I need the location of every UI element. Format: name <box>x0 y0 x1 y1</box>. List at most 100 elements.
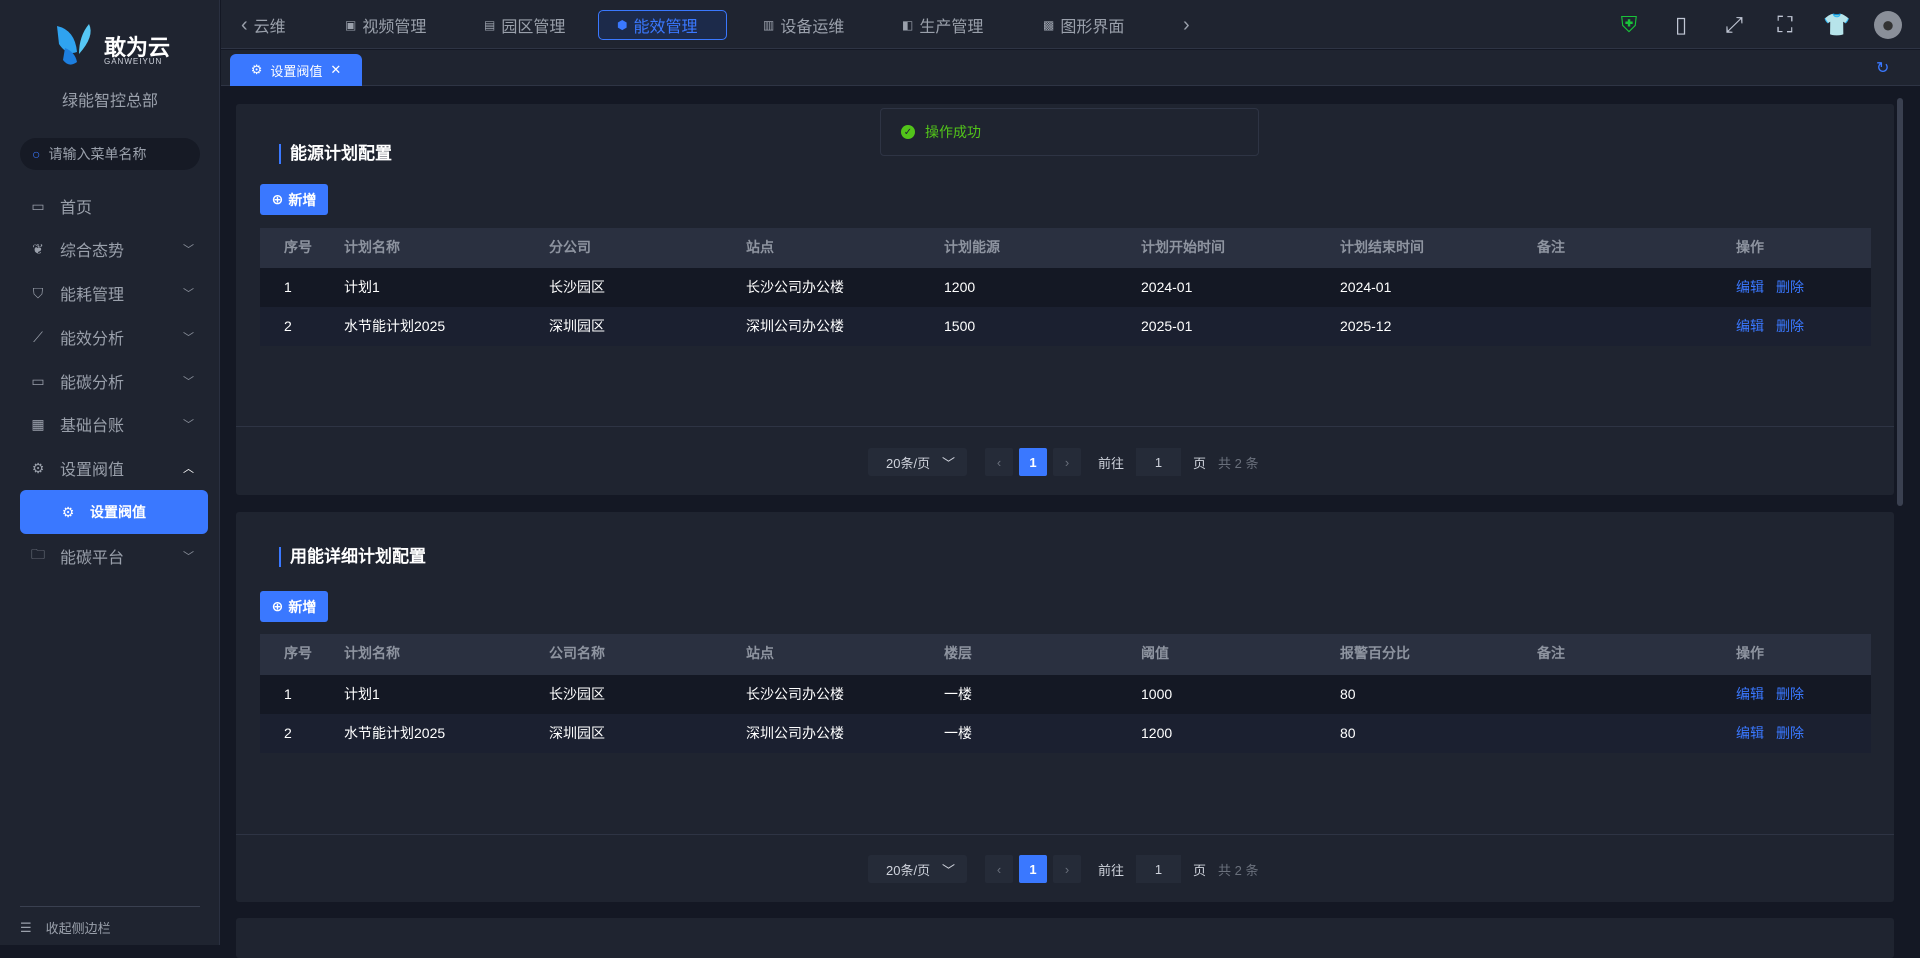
page-unit-label: 页 <box>1193 455 1207 471</box>
nav-video[interactable]: ▣ 视频管理 <box>345 10 426 40</box>
nav-label: 视频管理 <box>362 19 427 36</box>
gear-icon: ⚙ <box>61 503 75 520</box>
table-cell: 2 <box>284 318 292 334</box>
total-count: 共 2 条 <box>1218 455 1259 471</box>
graphics-icon: ▩ <box>1043 18 1055 32</box>
sidebar-item-carbon-platform[interactable]: 🗀 能碳平台 ﹀ <box>0 536 220 576</box>
next-page-button[interactable]: › <box>1053 855 1081 883</box>
search-placeholder: 请输入菜单名称 <box>48 146 147 162</box>
theme-shirt-icon[interactable]: 👕 <box>1823 11 1851 39</box>
nav-park[interactable]: ▤ 园区管理 <box>484 10 565 40</box>
sidebar-item-ledger[interactable]: ▦ 基础台账 ﹀ <box>0 404 220 444</box>
tab-threshold[interactable]: ⚙ 设置阀值 ✕ <box>230 54 362 86</box>
fullscreen-icon[interactable]: ⤢ <box>1720 11 1748 39</box>
nav-back-yunwei[interactable]: ‹ 云维 <box>241 10 286 40</box>
next-panel <box>236 918 1894 958</box>
nav-label: 能效管理 <box>633 19 698 36</box>
sidebar-item-energy-consumption[interactable]: ⛉ 能耗管理 ﹀ <box>0 273 220 313</box>
page-size-label: 20条/页 <box>886 862 931 878</box>
chevron-down-icon: ﹀ <box>183 551 194 563</box>
table-cell: 一楼 <box>944 725 972 741</box>
delete-link[interactable]: 删除 <box>1776 686 1804 702</box>
screen-frame-icon[interactable]: ⛶ <box>1771 11 1799 39</box>
column-header: 计划结束时间 <box>1340 239 1424 255</box>
nav-efficiency[interactable]: ⬢ 能效管理 <box>598 10 727 40</box>
nav-device-ops[interactable]: ▥ 设备运维 <box>763 10 844 40</box>
column-header: 公司名称 <box>549 645 605 661</box>
leaf-icon: ❦ <box>32 240 44 257</box>
nav-label: 图形界面 <box>1060 19 1125 36</box>
page-button-current[interactable]: 1 <box>1019 855 1047 883</box>
pagination: 20条/页 ﹀ ‹ 1 › 前往 1 页共 2 条 <box>868 448 1259 476</box>
prev-page-button[interactable]: ‹ <box>985 855 1013 883</box>
column-header: 站点 <box>746 239 774 255</box>
collapse-sidebar-button[interactable]: ☰ 收起侧边栏 <box>20 918 111 937</box>
goto-label: 前往 <box>1098 455 1125 471</box>
add-button[interactable]: ⊕ 新增 <box>260 591 328 622</box>
sidebar-subitem-threshold[interactable]: ⚙ 设置阀值 <box>20 490 208 534</box>
close-icon[interactable]: ✕ <box>330 62 341 78</box>
scrollbar[interactable] <box>1897 98 1903 506</box>
divider <box>236 834 1894 835</box>
sidebar: 敢为云 GANWEIYUN 绿能智控总部 ○ 请输入菜单名称 ▭ 首页 ❦ 综合态势 ﹀… <box>0 0 220 945</box>
page-size-select[interactable]: 20条/页 ﹀ <box>868 855 967 883</box>
edit-link[interactable]: 编辑 <box>1736 686 1764 702</box>
monitor-icon: ▭ <box>31 372 45 389</box>
goto-label: 前往 <box>1098 862 1125 878</box>
success-toast: ✓ 操作成功 <box>880 108 1259 156</box>
row-actions: 编辑 删除 <box>1736 675 1816 714</box>
row-actions: 编辑 删除 <box>1736 268 1816 307</box>
table-cell: 水节能计划2025 <box>344 725 446 741</box>
folder-icon: 🗀 <box>31 546 45 562</box>
table-row: 1 计划1 长沙园区 长沙公司办公楼 1200 2024-01 2024-01 编辑 删除 <box>260 268 1871 307</box>
delete-link[interactable]: 删除 <box>1776 725 1804 741</box>
row-actions: 编辑 删除 <box>1736 714 1816 753</box>
add-button[interactable]: ⊕ 新增 <box>260 184 328 215</box>
mobile-icon[interactable]: ▯ <box>1667 11 1695 39</box>
table-cell: 计划1 <box>344 279 380 295</box>
divider <box>20 906 200 907</box>
chevron-down-icon: ﹀ <box>183 332 194 344</box>
table-cell: 1 <box>284 686 292 702</box>
table-cell: 长沙园区 <box>549 279 605 295</box>
sidebar-item-home[interactable]: ▭ 首页 <box>0 186 220 226</box>
table-cell: 80 <box>1340 686 1356 702</box>
edit-link[interactable]: 编辑 <box>1736 279 1764 295</box>
avatar[interactable]: ● <box>1874 11 1902 39</box>
refresh-icon[interactable]: ↻ <box>1876 58 1889 78</box>
table-cell: 深圳园区 <box>549 318 605 334</box>
menu-search-input[interactable]: ○ 请输入菜单名称 <box>20 138 200 170</box>
table-cell: 1200 <box>1141 725 1173 741</box>
page-unit-label: 页 <box>1193 862 1207 878</box>
edit-link[interactable]: 编辑 <box>1736 318 1764 334</box>
sidebar-item-overview[interactable]: ❦ 综合态势 ﹀ <box>0 229 220 269</box>
edit-link[interactable]: 编辑 <box>1736 725 1764 741</box>
sidebar-item-efficiency-analysis[interactable]: ⟋ 能效分析 ﹀ <box>0 317 220 357</box>
page-button-current[interactable]: 1 <box>1019 448 1047 476</box>
sidebar-item-threshold[interactable]: ⚙ 设置阀值 ︿ <box>0 448 220 488</box>
goto-page-input[interactable]: 1 <box>1136 855 1182 883</box>
security-shield-icon[interactable]: ⛨ <box>1615 11 1643 39</box>
brand-sub: GANWEIYUN <box>104 57 163 66</box>
next-page-button[interactable]: › <box>1053 448 1081 476</box>
panel-title: 用能详细计划配置 <box>279 547 426 567</box>
delete-link[interactable]: 删除 <box>1776 318 1804 334</box>
nav-scroll-right[interactable]: › <box>1183 10 1190 40</box>
prev-page-button[interactable]: ‹ <box>985 448 1013 476</box>
goto-page-input[interactable]: 1 <box>1136 448 1182 476</box>
monitor-icon: ▭ <box>31 197 45 214</box>
chevron-down-icon: ﹀ <box>941 862 955 878</box>
nav-graphics[interactable]: ▩ 图形界面 <box>1043 10 1124 40</box>
delete-link[interactable]: 删除 <box>1776 279 1804 295</box>
nav-production[interactable]: ◧ 生产管理 <box>902 10 983 40</box>
toast-text: 操作成功 <box>925 124 981 140</box>
top-nav: ‹ 云维 ▣ 视频管理 ▤ 园区管理 ⬢ 能效管理 ▥ 设备运维 ◧ 生产管理 ▩ 图形界面 … <box>221 0 1920 49</box>
grid-icon: ▦ <box>31 415 45 432</box>
column-header: 分公司 <box>549 239 591 255</box>
nav-label: 园区管理 <box>501 19 566 36</box>
tab-label: 设置阀值 <box>270 63 323 79</box>
sidebar-item-label: 能碳平台 <box>60 550 125 567</box>
sidebar-item-carbon-analysis[interactable]: ▭ 能碳分析 ﹀ <box>0 361 220 401</box>
page-size-select[interactable]: 20条/页 ﹀ <box>868 448 967 476</box>
nav-label: 生产管理 <box>919 19 984 36</box>
